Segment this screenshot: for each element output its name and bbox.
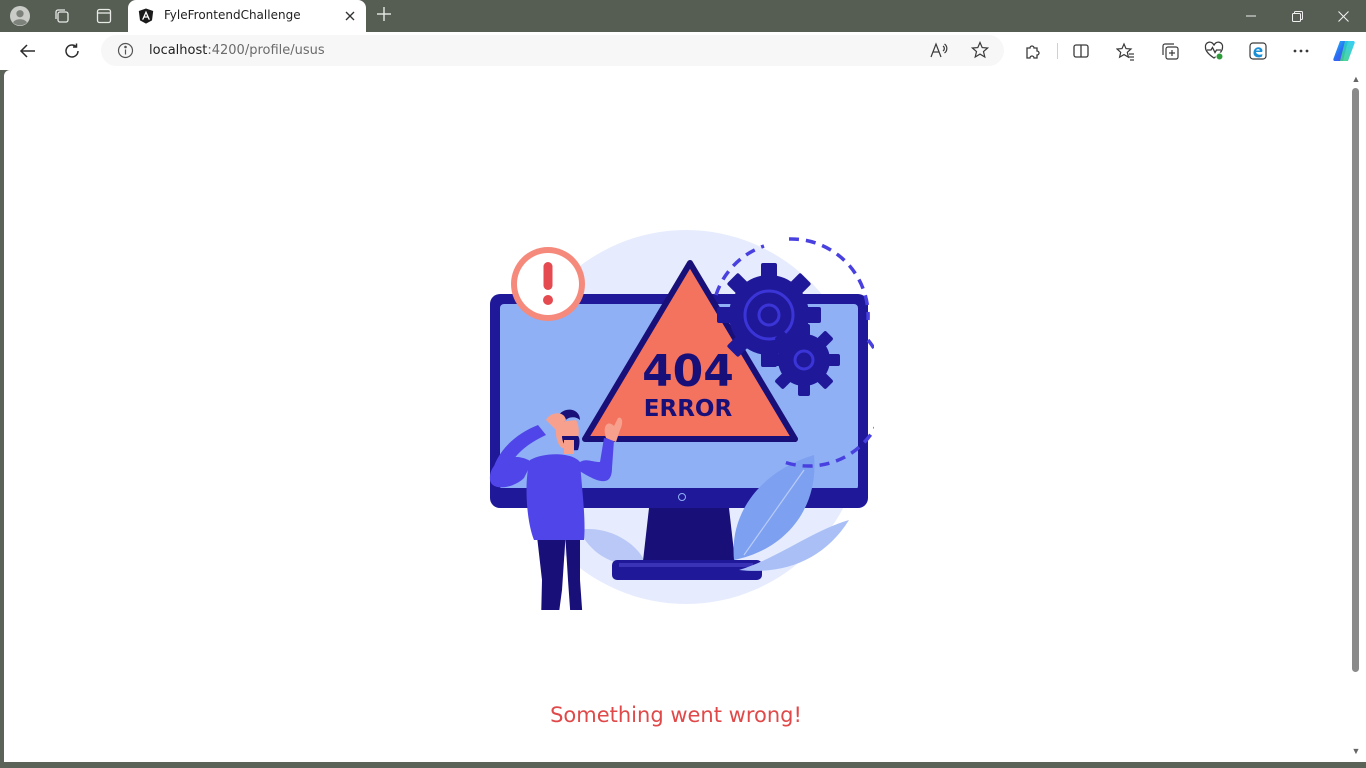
workspaces-icon[interactable] <box>52 6 72 26</box>
error-message: Something went wrong! <box>550 703 802 727</box>
address-bar[interactable]: localhost:4200/profile/usus <box>101 35 1004 66</box>
more-icon[interactable] <box>1290 40 1312 62</box>
restore-icon[interactable] <box>1274 0 1320 32</box>
minimize-icon[interactable] <box>1228 0 1274 32</box>
active-tab[interactable]: FyleFrontendChallenge <box>128 0 366 32</box>
scroll-thumb[interactable] <box>1352 88 1359 672</box>
profile-icon[interactable] <box>10 6 30 26</box>
close-window-icon[interactable] <box>1320 0 1366 32</box>
scroll-down-icon[interactable]: ▼ <box>1351 746 1361 756</box>
url-path: :4200/profile/usus <box>207 43 325 58</box>
split-screen-icon[interactable] <box>1070 40 1092 62</box>
exclamation-icon <box>511 247 585 321</box>
title-bar: FyleFrontendChallenge <box>0 0 1366 32</box>
favorite-star-icon[interactable] <box>969 39 991 61</box>
scroll-up-icon[interactable]: ▲ <box>1351 74 1361 84</box>
error-label: ERROR <box>644 396 733 422</box>
url-text[interactable]: localhost:4200/profile/usus <box>149 43 325 58</box>
plus-icon[interactable] <box>374 6 394 26</box>
tab-title: FyleFrontendChallenge <box>164 8 301 22</box>
close-icon[interactable] <box>342 8 358 24</box>
url-host: localhost <box>149 43 208 58</box>
copilot-icon[interactable] <box>1331 38 1357 64</box>
info-icon[interactable] <box>117 42 134 59</box>
refresh-icon[interactable] <box>58 38 86 64</box>
extensions-icon[interactable] <box>1022 40 1044 62</box>
window-bottom-edge <box>0 762 1366 768</box>
edge-bar-icon[interactable] <box>1247 40 1269 62</box>
favorites-icon[interactable] <box>1114 40 1136 62</box>
read-aloud-icon[interactable] <box>928 39 950 61</box>
browser-toolbar: localhost:4200/profile/usus <box>0 32 1366 70</box>
page-content: 404 ERROR Something went wrong! <box>4 70 1348 762</box>
angular-favicon <box>138 8 154 24</box>
toolbar-divider <box>1057 43 1058 59</box>
browser-essentials-icon[interactable] <box>1203 40 1225 62</box>
vertical-scrollbar[interactable]: ▲ ▼ <box>1348 70 1366 762</box>
collections-icon[interactable] <box>1159 40 1181 62</box>
404-error-illustration: 404 ERROR <box>489 230 874 610</box>
back-icon[interactable] <box>14 38 42 64</box>
tab-actions-icon[interactable] <box>94 6 114 26</box>
